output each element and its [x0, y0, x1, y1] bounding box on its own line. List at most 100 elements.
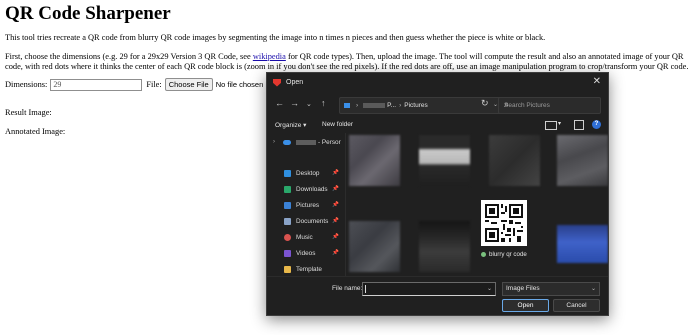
desktop-icon [284, 169, 291, 177]
sidebar-item-pictures[interactable]: Pictures 📌 [273, 199, 343, 211]
sidebar-item-template[interactable]: Template [273, 263, 343, 275]
search-icon: ⌕ [504, 99, 510, 109]
open-file-dialog: Open ✕ ← → ⌄ ↑ › P... › Pictures ⌄ ↻ Sea… [266, 72, 609, 316]
text-caret [365, 285, 366, 293]
browser-shield-icon [273, 78, 281, 87]
close-icon[interactable]: ✕ [593, 76, 601, 87]
breadcrumb-pictures[interactable]: Pictures [404, 102, 427, 109]
blurred-image [349, 221, 400, 272]
file-label: File: [146, 80, 162, 89]
file-type-select[interactable]: Image Files ⌄ [502, 282, 600, 296]
breadcrumb-separator-icon: › [399, 102, 402, 109]
sidebar-item-label: Template [296, 265, 322, 273]
pin-icon: 📌 [332, 250, 339, 256]
help-icon[interactable]: ? [592, 120, 601, 129]
refresh-icon[interactable]: ↻ [481, 98, 489, 109]
view-chevron-icon[interactable]: ▾ [558, 120, 561, 127]
sidebar-item-desktop[interactable]: Desktop 📌 [273, 167, 343, 179]
file-status: No file chosen [215, 80, 264, 89]
organize-menu[interactable]: Organize ▾ [275, 121, 306, 129]
dialog-titlebar: Open ✕ [267, 73, 608, 92]
redacted-account [296, 139, 316, 145]
back-arrow-icon[interactable]: ← [275, 98, 284, 108]
qr-file-name: blurry qr code [489, 251, 527, 258]
breadcrumb-segment[interactable]: P... [387, 102, 396, 109]
music-icon [284, 233, 291, 241]
sidebar-item-onedrive[interactable]: › - Persor [273, 136, 343, 148]
sidebar-item-documents[interactable]: Documents 📌 [273, 215, 343, 227]
expand-chevron-icon[interactable]: › [273, 139, 275, 145]
sidebar-item-videos[interactable]: Videos 📌 [273, 247, 343, 259]
command-bar: Organize ▾ New folder ▾ ? [267, 118, 608, 133]
sidebar-item-label: Videos [296, 249, 316, 257]
qr-code-thumbnail[interactable] [481, 200, 527, 246]
onedrive-icon [283, 139, 291, 145]
file-thumbnail[interactable] [419, 135, 470, 186]
blurred-image [557, 225, 608, 263]
qr-file-label[interactable]: blurry qr code [481, 251, 527, 258]
result-image-label: Result Image: [5, 108, 52, 117]
downloads-icon [284, 185, 291, 193]
dialog-footer: File name: ⌄ Image Files ⌄ Open Cancel [267, 276, 608, 315]
sidebar-item-label: Downloads [296, 185, 328, 193]
instructions-part1: First, choose the dimensions (e.g. 29 fo… [5, 52, 253, 61]
cancel-button[interactable]: Cancel [553, 299, 600, 312]
forward-arrow-icon[interactable]: → [290, 98, 299, 108]
dimensions-input[interactable] [50, 78, 143, 91]
file-name-chevron-icon[interactable]: ⌄ [487, 285, 492, 292]
breadcrumb-separator-icon: › [356, 102, 359, 109]
pictures-icon [284, 201, 291, 209]
view-options-icon[interactable] [545, 121, 557, 130]
page-title: QR Code Sharpener [5, 3, 171, 24]
sidebar-item-label: - Persor [318, 138, 341, 146]
file-name-input[interactable]: ⌄ [362, 282, 496, 296]
file-list [347, 133, 608, 276]
up-arrow-icon[interactable]: ↑ [321, 98, 326, 108]
folder-icon [284, 265, 291, 273]
instructions-text: First, choose the dimensions (e.g. 29 fo… [5, 52, 700, 72]
pin-icon: 📌 [332, 186, 339, 192]
sidebar-item-downloads[interactable]: Downloads 📌 [273, 183, 343, 195]
file-thumbnail[interactable] [489, 135, 540, 186]
this-pc-icon [344, 103, 350, 108]
input-row: Dimensions: File: Choose File No file ch… [5, 78, 263, 91]
navigation-pane: › - Persor Desktop 📌 Downloads 📌 Picture… [267, 133, 346, 276]
file-thumbnail[interactable] [557, 225, 608, 263]
annotated-image-label: Annotated Image: [5, 127, 66, 136]
recent-locations-chevron-icon[interactable]: ⌄ [306, 100, 312, 108]
file-thumbnail[interactable] [557, 135, 608, 186]
documents-icon [284, 217, 291, 225]
sidebar-item-label: Music [296, 233, 313, 241]
pin-icon: 📌 [332, 202, 339, 208]
sidebar-item-label: Desktop [296, 169, 320, 177]
file-thumbnail[interactable] [349, 221, 400, 272]
search-input[interactable]: Search Pictures ⌕ [498, 97, 601, 114]
blurred-image [489, 135, 540, 186]
blurred-image [419, 135, 470, 186]
address-bar: ← → ⌄ ↑ › P... › Pictures ⌄ ↻ Search Pic… [267, 94, 608, 116]
file-thumbnail[interactable] [419, 221, 470, 272]
dialog-title: Open [286, 79, 304, 86]
sync-status-icon [481, 252, 486, 257]
choose-file-button[interactable]: Choose File [164, 78, 213, 91]
sidebar-item-music[interactable]: Music 📌 [273, 231, 343, 243]
blurred-image [557, 135, 608, 186]
sidebar-item-label: Documents [296, 217, 329, 225]
blurred-image [349, 135, 400, 186]
new-folder-button[interactable]: New folder [322, 121, 353, 128]
sidebar-item-label: Pictures [296, 201, 320, 209]
pin-icon: 📌 [332, 170, 339, 176]
videos-icon [284, 249, 291, 257]
file-thumbnail[interactable] [349, 135, 400, 186]
blurred-image [419, 221, 470, 272]
preview-pane-icon[interactable] [574, 120, 584, 130]
redacted-username [363, 103, 386, 108]
intro-text: This tool tries recreate a QR code from … [5, 33, 546, 42]
qr-code-image [485, 204, 523, 242]
wikipedia-link[interactable]: wikipedia [253, 52, 286, 61]
open-button[interactable]: Open [502, 299, 549, 312]
file-type-chevron-icon: ⌄ [590, 286, 596, 292]
breadcrumb[interactable]: › P... › Pictures ⌄ [339, 97, 502, 114]
dimensions-label: Dimensions: [5, 80, 48, 89]
pin-icon: 📌 [332, 218, 339, 224]
